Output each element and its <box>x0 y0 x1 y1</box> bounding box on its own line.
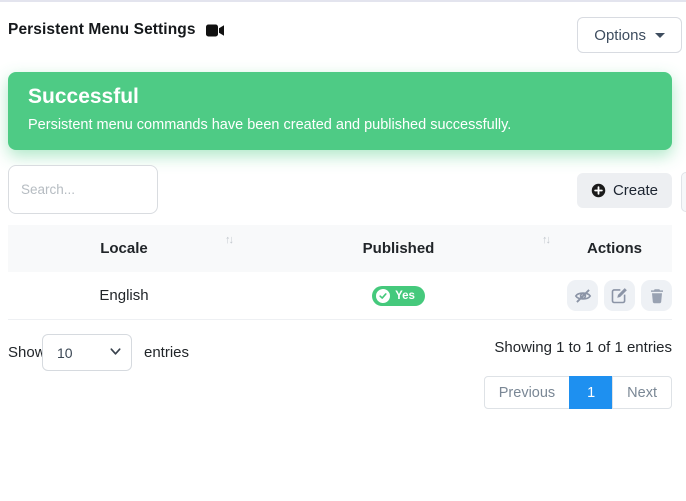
cutoff-button[interactable] <box>681 172 686 212</box>
options-button[interactable]: Options <box>577 17 682 53</box>
published-cell: Yes <box>240 286 557 306</box>
create-button-label: Create <box>613 182 658 199</box>
actions-cell <box>557 280 672 311</box>
plus-circle-icon <box>591 183 606 198</box>
delete-button[interactable] <box>641 280 672 311</box>
showing-info: Showing 1 to 1 of 1 entries <box>494 339 672 356</box>
page-size-select[interactable]: 10 <box>42 334 132 371</box>
caret-down-icon <box>655 33 665 38</box>
page-size-control: 10 <box>42 334 132 371</box>
show-label: Show <box>8 344 46 361</box>
alert-title: Successful <box>28 85 652 109</box>
edit-pencil-icon <box>611 287 628 304</box>
sort-icon[interactable]: ↑↓ <box>225 234 232 246</box>
options-button-label: Options <box>594 27 646 44</box>
column-header-locale[interactable]: Locale ↑↓ <box>8 225 240 272</box>
eye-slash-icon <box>574 287 592 305</box>
video-camera-icon <box>206 24 225 37</box>
published-badge-label: Yes <box>395 290 415 302</box>
check-circle-icon <box>376 289 390 303</box>
trash-icon <box>649 288 665 304</box>
column-header-actions: Actions <box>557 225 672 272</box>
search-input[interactable] <box>8 165 158 214</box>
top-divider <box>0 0 686 2</box>
table-header-row: Locale ↑↓ Published ↑↓ Actions <box>8 225 672 272</box>
next-page-button[interactable]: Next <box>612 376 672 409</box>
published-badge: Yes <box>372 286 425 306</box>
edit-button[interactable] <box>604 280 635 311</box>
entries-label: entries <box>144 344 189 361</box>
table-row: English Yes <box>8 272 672 320</box>
locales-table: Locale ↑↓ Published ↑↓ Actions English Y… <box>8 225 672 320</box>
previous-page-button[interactable]: Previous <box>484 376 570 409</box>
success-alert: Successful Persistent menu commands have… <box>8 72 672 150</box>
pagination: Previous 1 Next <box>484 376 672 409</box>
column-label: Published <box>363 240 435 257</box>
locale-cell: English <box>8 287 240 304</box>
create-button[interactable]: Create <box>577 173 672 208</box>
sort-icon[interactable]: ↑↓ <box>542 234 549 246</box>
page-title: Persistent Menu Settings <box>8 21 196 39</box>
column-label: Actions <box>587 240 642 257</box>
column-label: Locale <box>100 240 148 257</box>
column-header-published[interactable]: Published ↑↓ <box>240 225 557 272</box>
current-page-button[interactable]: 1 <box>569 376 613 409</box>
page-header: Persistent Menu Settings <box>8 21 225 39</box>
unpublish-button[interactable] <box>567 280 598 311</box>
alert-message: Persistent menu commands have been creat… <box>28 117 652 133</box>
